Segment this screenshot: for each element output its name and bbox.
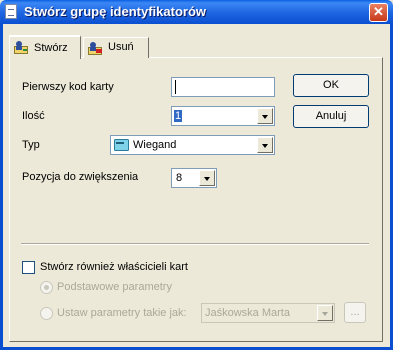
tab-delete-label: Usuń xyxy=(108,41,134,53)
basic-params-label: Podstawowe parametry xyxy=(57,281,172,293)
type-label: Typ xyxy=(22,139,40,151)
increment-position-value: 8 xyxy=(176,172,183,184)
window-title: Stwórz grupę identyfikatorów xyxy=(24,4,207,19)
card-delete-icon xyxy=(88,42,102,55)
owner-select[interactable]: Jaśkowska Marta xyxy=(201,303,335,323)
quantity-label: Ilość xyxy=(22,110,45,122)
first-card-code-input[interactable] xyxy=(171,77,275,97)
increment-position-dropdown-button[interactable] xyxy=(199,170,215,186)
separator xyxy=(21,243,369,245)
owner-value: Jaśkowska Marta xyxy=(205,307,290,319)
basic-params-radio[interactable] xyxy=(40,281,53,294)
quantity-dropdown-button[interactable] xyxy=(257,108,273,124)
owner-dropdown-button[interactable] xyxy=(317,305,333,321)
cancel-button[interactable]: Anuluj xyxy=(293,105,369,128)
increment-position-select[interactable]: 8 xyxy=(171,168,217,188)
create-owners-checkbox[interactable] xyxy=(22,261,35,274)
tab-delete[interactable]: Usuń xyxy=(83,37,149,58)
first-card-code-label: Pierwszy kod karty xyxy=(22,81,114,93)
document-icon xyxy=(5,4,17,19)
card-icon xyxy=(114,139,129,151)
set-params-label: Ustaw parametry takie jak: xyxy=(57,307,187,319)
quantity-value: 1 xyxy=(174,110,183,122)
type-dropdown-button[interactable] xyxy=(257,137,273,153)
set-params-radio[interactable] xyxy=(40,307,53,320)
ok-button[interactable]: OK xyxy=(293,74,369,97)
create-owners-label: Stwórz również właścicieli kart xyxy=(40,261,188,273)
tab-panel xyxy=(9,57,383,342)
text-caret xyxy=(175,80,176,94)
close-button[interactable]: ✕ xyxy=(369,3,388,22)
browse-button[interactable]: ... xyxy=(344,302,366,323)
increment-position-label: Pozycja do zwiększenia xyxy=(22,171,139,183)
type-select[interactable]: Wiegand xyxy=(110,135,275,155)
tab-create[interactable]: Stwórz xyxy=(9,35,81,59)
quantity-select[interactable]: 1 xyxy=(171,106,275,126)
title-bar: Stwórz grupę identyfikatorów ✕ xyxy=(0,0,393,24)
type-value: Wiegand xyxy=(133,139,177,151)
card-users-icon xyxy=(14,41,28,54)
tab-create-label: Stwórz xyxy=(34,42,68,54)
